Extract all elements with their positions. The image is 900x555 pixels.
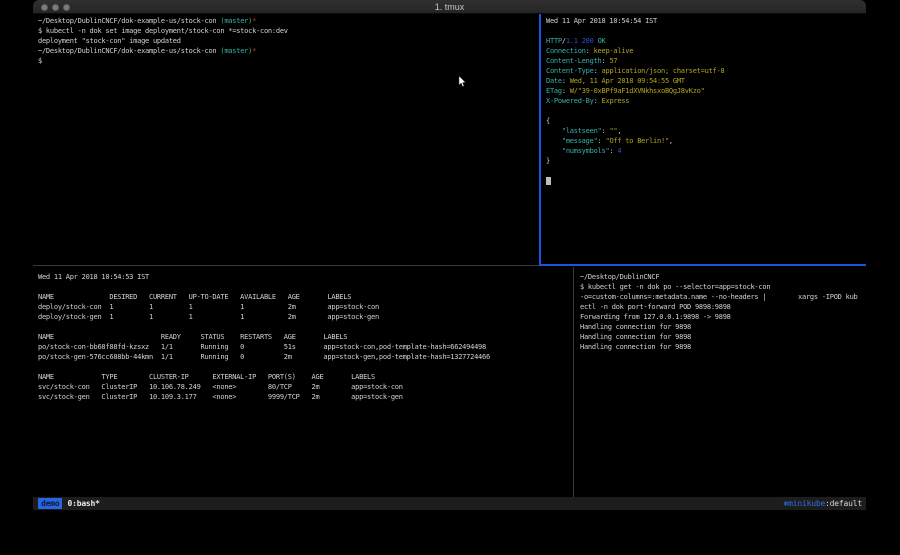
terminal-line	[546, 106, 866, 116]
terminal-line: Content-Length: 57	[546, 56, 866, 66]
pane-divider-vertical[interactable]	[573, 267, 574, 497]
kube-context: minikube	[788, 499, 825, 508]
terminal-line: Content-Type: application/json; charset=…	[546, 66, 866, 76]
pane-top-right-http-response[interactable]: Wed 11 Apr 2018 10:54:54 IST HTTP/1.1 20…	[541, 14, 866, 264]
terminal-line	[546, 176, 866, 186]
tmux-status-bar: demo 0:bash* ⊛minikube:default	[33, 497, 866, 510]
terminal-line	[38, 282, 573, 292]
pane-bottom-right-port-forward[interactable]: ~/Desktop/DublinCNCF$ kubectl get -n dok…	[575, 266, 866, 497]
terminal-line: "lastseen": "",	[546, 126, 866, 136]
terminal-line: Connection: keep-alive	[546, 46, 866, 56]
active-pane-border-vertical[interactable]	[539, 14, 541, 266]
terminal-line: po/stock-gen-576cc688bb-44kmn 1/1 Runnin…	[38, 352, 573, 362]
terminal-line: $ kubectl get -n dok po --selector=app=s…	[580, 282, 866, 292]
terminal-line: Forwarding from 127.0.0.1:9898 -> 9898	[580, 312, 866, 322]
terminal-line: $ kubectl -n dok set image deployment/st…	[38, 26, 539, 36]
terminal-line	[546, 166, 866, 176]
terminal-line: HTTP/1.1 200 OK	[546, 36, 866, 46]
status-left: demo 0:bash*	[38, 497, 100, 510]
terminal-line: svc/stock-con ClusterIP 10.106.78.249 <n…	[38, 382, 573, 392]
terminal-line: deploy/stock-con 1 1 1 1 2m app=stock-co…	[38, 302, 573, 312]
terminal-line: Date: Wed, 11 Apr 2018 09:54:55 GMT	[546, 76, 866, 86]
pane-bottom-left-kubectl-watch[interactable]: Wed 11 Apr 2018 10:54:53 IST NAME DESIRE…	[33, 266, 573, 497]
session-name-badge[interactable]: demo	[38, 498, 62, 509]
terminal-line: X-Powered-By: Express	[546, 96, 866, 106]
text-cursor	[546, 177, 551, 185]
terminal-line: NAME READY STATUS RESTARTS AGE LABELS	[38, 332, 573, 342]
status-right: ⊛minikube:default	[784, 497, 863, 510]
terminal-line: ~/Desktop/DublinCNCF	[580, 272, 866, 282]
window-tab-bash[interactable]: 0:bash*	[67, 497, 99, 510]
terminal-window: 1. tmux ~/Desktop/DublinCNCF/dok-example…	[33, 0, 866, 512]
terminal-line: svc/stock-gen ClusterIP 10.109.3.177 <no…	[38, 392, 573, 402]
terminal-line: po/stock-con-bb68f88fd-kzsxz 1/1 Running…	[38, 342, 573, 352]
terminal-line: deployment "stock-con" image updated	[38, 36, 539, 46]
terminal-line: {	[546, 116, 866, 126]
terminal-line: $	[38, 56, 539, 66]
terminal-line	[38, 362, 573, 372]
terminal-line: deploy/stock-gen 1 1 1 1 2m app=stock-ge…	[38, 312, 573, 322]
terminal-line: ~/Desktop/DublinCNCF/dok-example-us/stoc…	[38, 16, 539, 26]
kube-namespace: :default	[825, 499, 862, 508]
window-titlebar[interactable]: 1. tmux	[33, 0, 866, 14]
terminal-line: Handling connection for 9898	[580, 322, 866, 332]
terminal-line	[546, 26, 866, 36]
terminal-line: Wed 11 Apr 2018 10:54:54 IST	[546, 16, 866, 26]
terminal-line: NAME DESIRED CURRENT UP-TO-DATE AVAILABL…	[38, 292, 573, 302]
terminal-line: "numsymbols": 4	[546, 146, 866, 156]
screen: 1. tmux ~/Desktop/DublinCNCF/dok-example…	[0, 0, 900, 555]
pane-divider-horizontal[interactable]	[33, 265, 539, 266]
window-title: 1. tmux	[33, 0, 866, 14]
active-pane-border-horizontal[interactable]	[539, 264, 866, 266]
terminal-line: "message": "Off to Berlin!",	[546, 136, 866, 146]
terminal-line: Wed 11 Apr 2018 10:54:53 IST	[38, 272, 573, 282]
tmux-terminal: ~/Desktop/DublinCNCF/dok-example-us/stoc…	[33, 14, 866, 497]
terminal-line: ectl -n dok port-forward POD 9898:9898	[580, 302, 866, 312]
terminal-line	[38, 322, 573, 332]
terminal-line: ~/Desktop/DublinCNCF/dok-example-us/stoc…	[38, 46, 539, 56]
terminal-line: }	[546, 156, 866, 166]
terminal-line: Handling connection for 9898	[580, 342, 866, 352]
pane-top-left-shell[interactable]: ~/Desktop/DublinCNCF/dok-example-us/stoc…	[33, 14, 539, 264]
terminal-line: -o=custom-columns=:metadata.name --no-he…	[580, 292, 866, 302]
terminal-line: ETag: W/"39-0xBPf9aF1dXVNkhsxoBQgJ8vKzo"	[546, 86, 866, 96]
terminal-line: Handling connection for 9898	[580, 332, 866, 342]
terminal-line: NAME TYPE CLUSTER-IP EXTERNAL-IP PORT(S)…	[38, 372, 573, 382]
mouse-cursor	[458, 76, 467, 87]
